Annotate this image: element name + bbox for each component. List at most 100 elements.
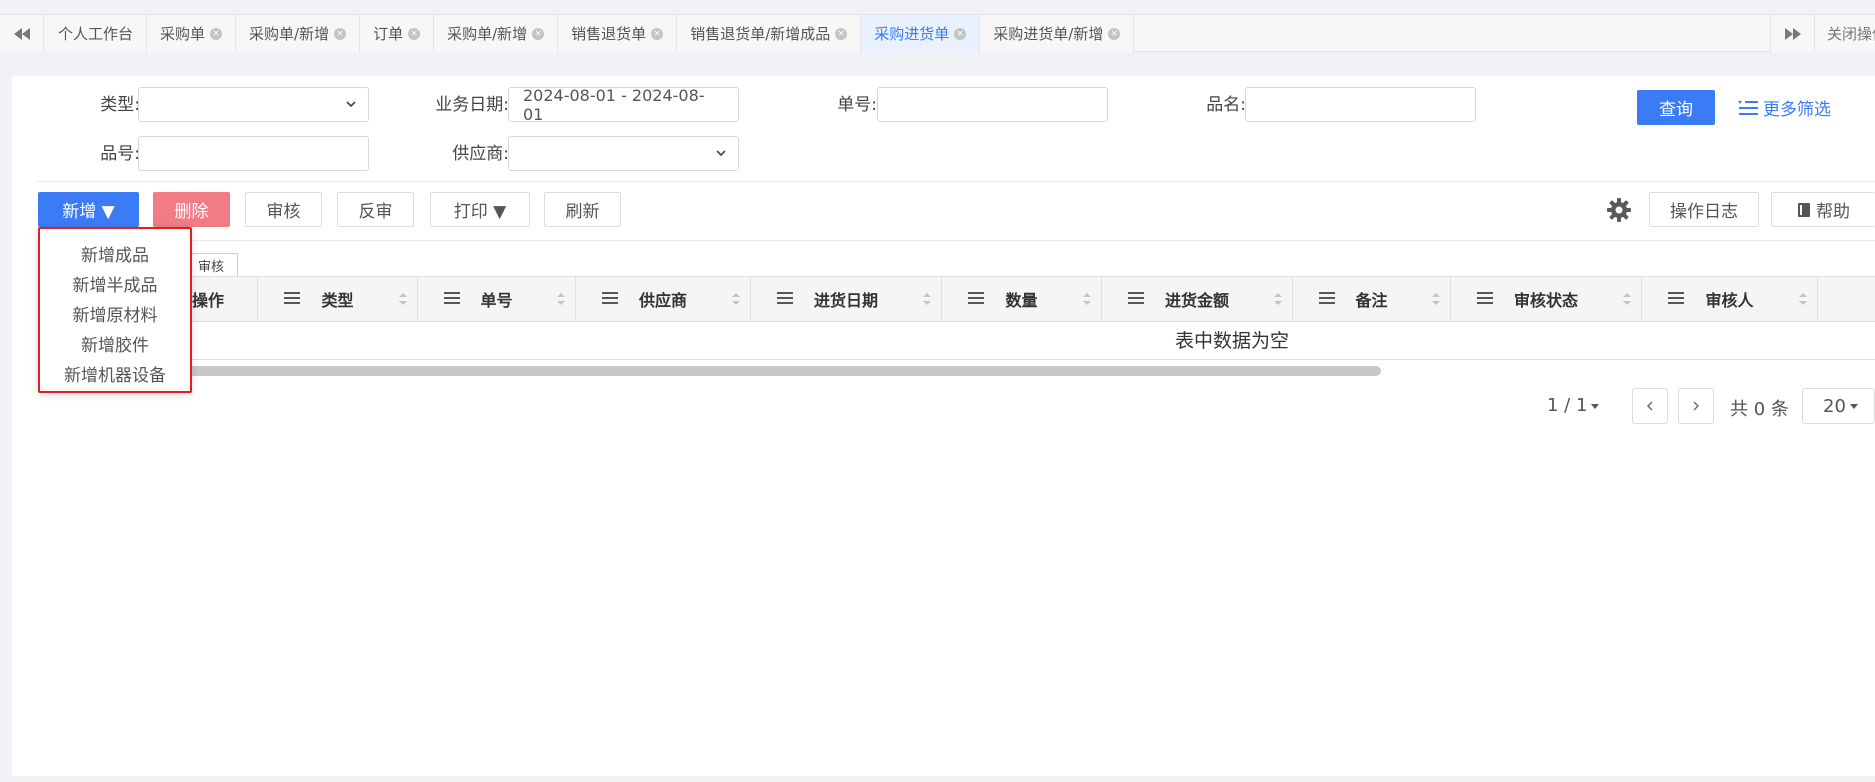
tab-bar: 个人工作台 采购单 × 采购单/新增 × 订单 × 采购单/新增 × 销售退货单 × 销售… — [0, 14, 1875, 52]
sort-icon[interactable] — [923, 292, 931, 306]
supplier-select[interactable] — [508, 136, 739, 171]
menu-item-add-rubber-part[interactable]: 新增胶件 — [40, 331, 190, 361]
add-button[interactable]: 新增 ▼ — [38, 192, 139, 227]
scroll-right-icon[interactable] — [1770, 15, 1814, 52]
menu-item-add-machine[interactable]: 新增机器设备 — [40, 361, 190, 391]
close-icon[interactable]: × — [408, 27, 421, 40]
page-indicator-text: 1 / 1 — [1547, 395, 1588, 416]
empty-table-text: 表中数据为空 — [1174, 330, 1290, 352]
column-header[interactable]: 进货日期 — [751, 277, 942, 321]
horizontal-scrollbar[interactable] — [180, 366, 1381, 376]
type-label: 类型: — [100, 95, 140, 115]
tab-approve[interactable]: 审核 — [184, 253, 238, 276]
tab-purchase-receipt-new[interactable]: 采购进货单/新增 × — [980, 15, 1135, 52]
empty-table-row: 表中数据为空 — [180, 322, 1875, 360]
sort-icon[interactable] — [399, 292, 407, 306]
product-no-label: 品号: — [100, 144, 140, 164]
close-icon[interactable]: × — [651, 27, 664, 40]
tab-order[interactable]: 订单 × — [360, 15, 435, 52]
tab-purchase-order-new[interactable]: 采购单/新增 × — [236, 15, 361, 52]
more-filter-link[interactable]: 更多筛选 — [1737, 90, 1831, 125]
column-header-label: 类型 — [321, 291, 354, 310]
product-no-input[interactable] — [138, 136, 369, 171]
page-size-select[interactable]: 20 — [1802, 388, 1875, 424]
menu-item-add-raw-material[interactable]: 新增原材料 — [40, 301, 190, 331]
chevron-down-icon — [346, 101, 356, 108]
more-filter-label: 更多筛选 — [1763, 100, 1831, 120]
tab-label: 销售退货单/新增成品 — [690, 25, 831, 43]
column-header[interactable]: 审核状态 — [1451, 277, 1642, 321]
prev-page-button[interactable] — [1632, 388, 1668, 424]
caret-down-icon — [1849, 403, 1858, 409]
operation-log-button[interactable]: 操作日志 — [1649, 192, 1759, 227]
table-header: 操作 类型 单号 供应商 进货日期 数量 进货金额 备注 审核状态 审核人 — [180, 276, 1875, 322]
order-no-label: 单号: — [837, 95, 877, 115]
menu-item-add-finished-product[interactable]: 新增成品 — [40, 241, 190, 271]
print-button[interactable]: 打印 ▼ — [430, 192, 530, 227]
tab-label: 采购单 — [160, 25, 206, 43]
gear-icon[interactable] — [1606, 197, 1632, 223]
page-size-value: 20 — [1823, 395, 1846, 417]
sort-icon[interactable] — [1623, 292, 1631, 306]
main-panel: 类型: 业务日期: 2024-08-01 - 2024-08-01 单号: 品名… — [12, 76, 1875, 776]
column-header[interactable]: 类型 — [258, 277, 418, 321]
column-header[interactable]: 备注 — [1293, 277, 1451, 321]
sort-icon[interactable] — [732, 292, 740, 306]
sort-icon[interactable] — [1274, 292, 1282, 306]
sort-icon[interactable] — [1083, 292, 1091, 306]
help-button[interactable]: 帮助 — [1771, 192, 1875, 227]
column-header-label: 审核状态 — [1513, 291, 1578, 310]
column-header[interactable]: 审核人 — [1642, 277, 1818, 321]
column-header-label: 进货金额 — [1164, 291, 1229, 310]
close-icon[interactable]: × — [954, 27, 967, 40]
tab-purchase-order[interactable]: 采购单 × — [147, 15, 237, 52]
close-icon[interactable]: × — [1108, 27, 1121, 40]
caret-down-icon — [1591, 403, 1600, 409]
close-icon[interactable]: × — [334, 27, 347, 40]
divider — [36, 240, 1875, 241]
approve-button[interactable]: 审核 — [245, 192, 322, 227]
sort-icon[interactable] — [1799, 292, 1807, 306]
order-no-input[interactable] — [877, 87, 1108, 122]
tab-label: 订单 — [373, 25, 404, 43]
sort-icon[interactable] — [557, 292, 565, 306]
column-header[interactable]: 供应商 — [576, 277, 751, 321]
column-header[interactable]: 进货金额 — [1102, 277, 1293, 321]
column-header-label: 操作 — [192, 291, 225, 310]
filter-list-icon — [1738, 100, 1758, 115]
chevron-down-icon — [716, 150, 726, 157]
chevron-left-icon — [1647, 401, 1653, 411]
unapprove-button[interactable]: 反审 — [337, 192, 414, 227]
help-label: 帮助 — [1816, 202, 1850, 222]
column-header-label: 数量 — [1005, 291, 1038, 310]
tab-purchase-order-new-2[interactable]: 采购单/新增 × — [434, 15, 559, 52]
date-range-input[interactable]: 2024-08-01 - 2024-08-01 — [508, 86, 739, 124]
column-header-label: 审核人 — [1705, 291, 1754, 310]
column-header[interactable]: 数量 — [942, 277, 1102, 321]
product-name-input[interactable] — [1245, 87, 1476, 122]
tab-label: 采购进货单/新增 — [993, 25, 1104, 43]
tab-workbench[interactable]: 个人工作台 — [45, 15, 148, 52]
column-header[interactable]: 单号 — [418, 277, 576, 321]
close-icon[interactable]: × — [210, 27, 223, 40]
tab-label: 个人工作台 — [58, 25, 134, 43]
close-icon[interactable]: × — [532, 27, 545, 40]
sort-icon[interactable] — [1432, 292, 1440, 306]
tab-label: 销售退货单 — [571, 25, 647, 43]
book-icon — [1798, 202, 1810, 217]
delete-button[interactable]: 删除 — [153, 192, 230, 227]
tab-label: 采购单/新增 — [447, 25, 528, 43]
tab-sales-return-new[interactable]: 销售退货单/新增成品 × — [677, 15, 862, 52]
tab-label: 采购单/新增 — [249, 25, 330, 43]
query-button[interactable]: 查询 — [1637, 90, 1715, 125]
page-indicator[interactable]: 1 / 1 — [1547, 395, 1600, 416]
refresh-button[interactable]: 刷新 — [544, 192, 621, 227]
close-icon[interactable]: × — [835, 27, 848, 40]
type-select[interactable] — [138, 87, 369, 122]
scroll-left-icon[interactable] — [0, 15, 44, 52]
tab-sales-return[interactable]: 销售退货单 × — [558, 15, 678, 52]
tab-purchase-receipt[interactable]: 采购进货单 × — [861, 15, 981, 52]
close-operations-button[interactable]: 关闭操作 — [1814, 15, 1875, 52]
menu-item-add-semi-finished[interactable]: 新增半成品 — [40, 271, 190, 301]
next-page-button[interactable] — [1678, 388, 1714, 424]
